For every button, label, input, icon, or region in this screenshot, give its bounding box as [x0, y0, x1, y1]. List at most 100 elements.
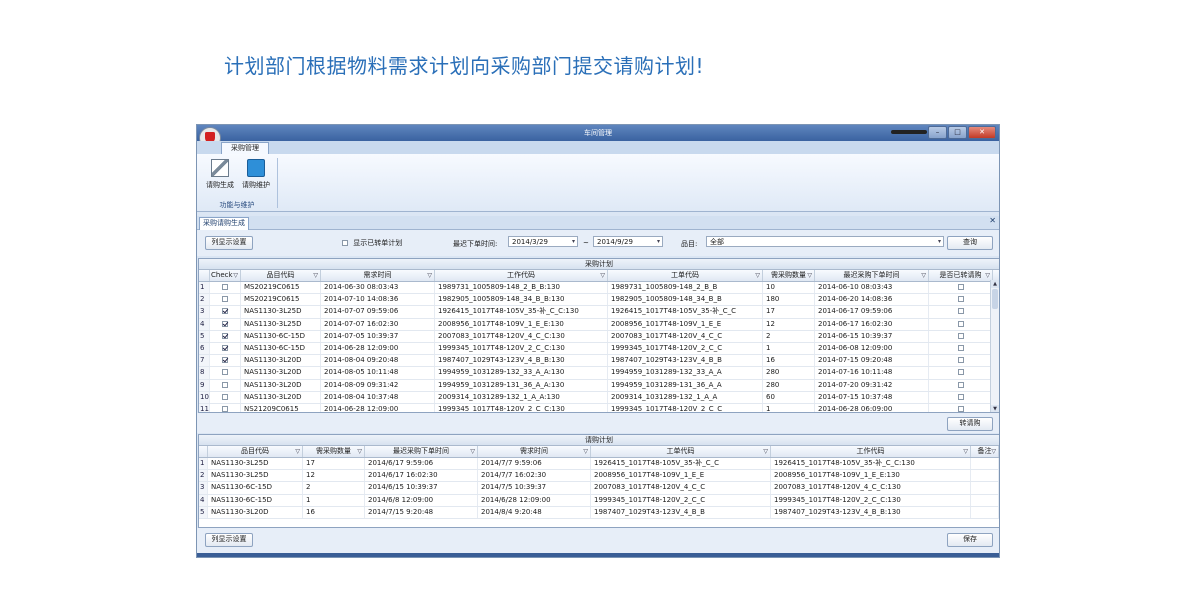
col-latest-time[interactable]: 最迟采购下单时间 ▽ [365, 446, 478, 457]
col-work-code[interactable]: 工作代码 ▽ [435, 270, 608, 281]
date-to-picker[interactable]: 2014/9/29 ▾ [593, 236, 663, 247]
table-row[interactable]: 9 NAS1130-3L20D 2014-08-09 09:31:42 1994959… [199, 379, 999, 392]
col-qty[interactable]: 需采购数量 ▽ [303, 446, 365, 457]
row-checkbox[interactable] [222, 284, 228, 290]
maximize-icon[interactable]: □ [948, 126, 967, 139]
row-check-cell[interactable] [210, 294, 241, 306]
row-checkbox[interactable] [222, 344, 228, 351]
row-checkbox[interactable] [222, 357, 228, 364]
convert-requisition-button[interactable]: 转请购 [947, 417, 993, 431]
converted-cell[interactable] [929, 379, 993, 391]
table-row[interactable]: 5 NAS1130-6C-15D 2014-07-05 10:39:37 200708… [199, 330, 999, 343]
table-row[interactable]: 5 NAS1130-3L20D 16 2014/7/15 9:20:48 2014/8/… [199, 506, 999, 519]
row-checkbox[interactable] [222, 369, 228, 376]
converted-checkbox[interactable] [957, 296, 964, 303]
row-check-cell[interactable] [210, 379, 241, 391]
requisition-maintain-button[interactable]: 请购维护 [239, 159, 273, 190]
save-button[interactable]: 保存 [947, 533, 993, 547]
table-row[interactable]: 6 NAS1130-6C-15D 2014-06-28 12:09:00 199934… [199, 342, 999, 356]
filter-icon[interactable]: ▽ [427, 270, 432, 281]
converted-cell[interactable] [929, 367, 993, 379]
row-check-cell[interactable] [210, 342, 241, 355]
row-checkbox[interactable] [222, 393, 228, 400]
table-row[interactable]: 11 NS21209C0615 2014-06-28 12:09:00 1999345… [199, 403, 999, 412]
table-row[interactable]: 3 NAS1130-6C-15D 2 2014/6/15 10:39:37 2014/7… [199, 482, 999, 495]
row-checkbox[interactable] [222, 308, 228, 315]
table-row[interactable]: 3 NAS1130-3L25D 2014-07-07 09:59:06 1926415… [199, 306, 999, 319]
converted-checkbox[interactable] [957, 405, 964, 412]
col-order-code[interactable]: 工单代码 ▽ [591, 446, 771, 457]
table-row[interactable]: 8 NAS1130-3L20D 2014-08-05 10:11:48 1994959… [199, 367, 999, 380]
close-icon[interactable]: ✕ [968, 126, 996, 139]
requisition-generate-button[interactable]: 请购生成 [203, 159, 237, 190]
table-row[interactable]: 1 NAS1130-3L25D 17 2014/6/17 9:59:06 2014/7/… [199, 458, 999, 471]
col-material-code[interactable]: 品目代码 ▽ [241, 270, 321, 281]
converted-cell[interactable] [929, 318, 993, 330]
row-checkbox[interactable] [222, 320, 228, 327]
col-qty[interactable]: 需采购数量 ▽ [763, 270, 815, 281]
filter-icon[interactable]: ▽ [357, 446, 362, 457]
date-from-picker[interactable]: 2014/3/29 ▾ [508, 236, 578, 247]
scroll-up-icon[interactable]: ▲ [991, 280, 999, 288]
filter-icon[interactable]: ▽ [921, 270, 926, 281]
filter-icon[interactable]: ▽ [755, 270, 760, 281]
col-need-time[interactable]: 需求时间 ▽ [321, 270, 435, 281]
close-tab-icon[interactable]: ✕ [989, 216, 996, 225]
filter-icon[interactable]: ▽ [763, 446, 768, 457]
col-latest-time[interactable]: 最迟采购下单时间 ▽ [815, 270, 929, 281]
filter-icon[interactable]: ▽ [600, 270, 605, 281]
minimize-icon[interactable]: – [928, 126, 947, 139]
column-settings-button-bottom[interactable]: 列显示设置 [205, 533, 253, 547]
converted-cell[interactable] [929, 282, 993, 294]
row-checkbox[interactable] [222, 332, 228, 339]
converted-cell[interactable] [929, 330, 993, 342]
col-order-code[interactable]: 工单代码 ▽ [608, 270, 763, 281]
material-select[interactable]: 全部 ▾ [706, 236, 944, 247]
show-converted-toggle[interactable]: 显示已转单计划 [342, 238, 402, 248]
filter-icon[interactable]: ▽ [470, 446, 475, 457]
col-converted[interactable]: 是否已转请购 ▽ [929, 270, 993, 281]
converted-cell[interactable] [929, 306, 993, 318]
col-material-code[interactable]: 品目代码 ▽ [208, 446, 303, 457]
converted-checkbox[interactable] [957, 320, 964, 327]
filter-icon[interactable]: ▽ [963, 446, 968, 457]
table-row[interactable]: 4 NAS1130-6C-15D 1 2014/6/8 12:09:00 2014/6/… [199, 494, 999, 507]
query-button[interactable]: 查询 [947, 236, 993, 250]
scroll-down-icon[interactable]: ▼ [991, 405, 999, 412]
filter-icon[interactable]: ▽ [295, 446, 300, 457]
converted-checkbox[interactable] [957, 393, 964, 400]
row-check-cell[interactable] [210, 282, 241, 294]
converted-checkbox[interactable] [957, 357, 964, 364]
row-check-cell[interactable] [210, 330, 241, 342]
column-settings-button[interactable]: 列显示设置 [205, 236, 253, 250]
converted-cell[interactable] [929, 342, 993, 355]
row-check-cell[interactable] [210, 318, 241, 330]
row-checkbox[interactable] [222, 381, 228, 388]
col-work-code[interactable]: 工作代码 ▽ [771, 446, 971, 457]
row-checkbox[interactable] [222, 405, 228, 412]
show-converted-checkbox[interactable] [342, 240, 348, 246]
filter-icon[interactable]: ▽ [313, 270, 318, 281]
row-check-cell[interactable] [210, 355, 241, 367]
row-check-cell[interactable] [210, 306, 241, 318]
converted-checkbox[interactable] [957, 381, 964, 388]
row-check-cell[interactable] [210, 367, 241, 379]
col-check[interactable]: Check ▽ [210, 270, 241, 281]
filter-icon[interactable]: ▽ [991, 446, 996, 457]
col-remark[interactable]: 备注 ▽ [971, 446, 999, 457]
converted-cell[interactable] [929, 391, 993, 403]
row-check-cell[interactable] [210, 391, 241, 403]
converted-checkbox[interactable] [957, 332, 964, 339]
table-row[interactable]: 10 NAS1130-3L20D 2014-08-04 10:37:48 200931… [199, 391, 999, 404]
converted-checkbox[interactable] [957, 344, 964, 351]
table-row[interactable]: 7 NAS1130-3L20D 2014-08-04 09:20:48 1987407… [199, 355, 999, 368]
table-row[interactable]: 1 MS20219C0615 2014-06-30 08:03:43 1989731_… [199, 282, 999, 295]
converted-cell[interactable] [929, 403, 993, 412]
converted-cell[interactable] [929, 294, 993, 306]
row-checkbox[interactable] [222, 296, 228, 303]
table-row[interactable]: 4 NAS1130-3L25D 2014-07-07 16:02:30 2008956… [199, 318, 999, 331]
converted-cell[interactable] [929, 355, 993, 367]
filter-icon[interactable]: ▽ [807, 270, 812, 281]
row-check-cell[interactable] [210, 403, 241, 412]
converted-checkbox[interactable] [957, 284, 964, 290]
